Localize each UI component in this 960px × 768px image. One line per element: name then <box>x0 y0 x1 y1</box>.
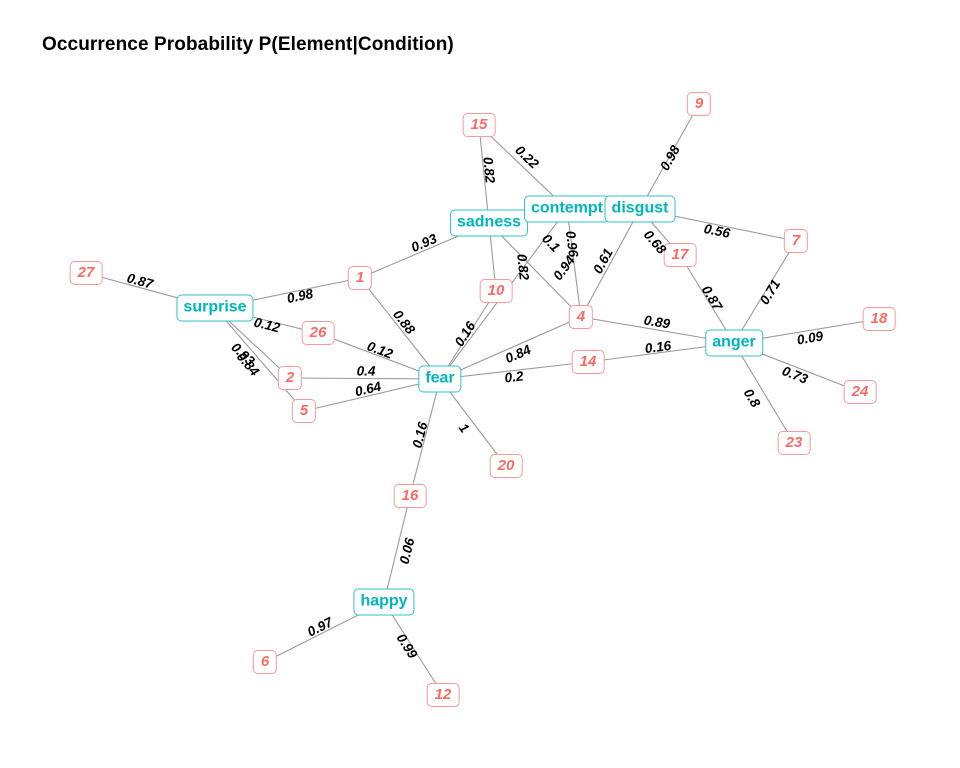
graph-node-4[interactable]: 4 <box>568 305 594 329</box>
edge-weight-label: 0.82 <box>514 253 532 281</box>
network-graph-figure: Occurrence Probability P(Element|Conditi… <box>0 0 960 768</box>
graph-node-24[interactable]: 24 <box>843 380 877 404</box>
edge-weight-label: 0.2 <box>503 368 525 386</box>
graph-node-anger[interactable]: anger <box>705 329 763 357</box>
edge-weight-label: 0.82 <box>480 156 498 184</box>
graph-node-disgust[interactable]: disgust <box>604 195 676 223</box>
graph-node-9[interactable]: 9 <box>686 92 712 116</box>
graph-edge <box>580 208 641 318</box>
graph-node-contempt[interactable]: contempt <box>524 195 610 223</box>
graph-node-26[interactable]: 26 <box>301 321 335 345</box>
graph-node-5[interactable]: 5 <box>291 399 317 423</box>
graph-node-18[interactable]: 18 <box>862 307 896 331</box>
graph-node-2[interactable]: 2 <box>277 366 303 390</box>
graph-node-16[interactable]: 16 <box>393 484 427 508</box>
graph-node-23[interactable]: 23 <box>777 431 811 455</box>
edge-weight-label: 0.4 <box>356 363 376 379</box>
graph-node-happy[interactable]: happy <box>353 588 415 616</box>
graph-node-surprise[interactable]: surprise <box>176 294 254 322</box>
graph-node-6[interactable]: 6 <box>252 650 278 674</box>
graph-node-1[interactable]: 1 <box>347 266 373 290</box>
graph-node-27[interactable]: 27 <box>69 261 103 285</box>
graph-node-15[interactable]: 15 <box>462 113 496 137</box>
graph-node-fear[interactable]: fear <box>418 365 462 393</box>
graph-node-7[interactable]: 7 <box>783 229 809 253</box>
graph-node-20[interactable]: 20 <box>489 454 523 478</box>
graph-node-14[interactable]: 14 <box>571 350 605 374</box>
graph-node-10[interactable]: 10 <box>479 279 513 303</box>
graph-node-12[interactable]: 12 <box>426 683 460 707</box>
graph-node-sadness[interactable]: sadness <box>449 209 529 237</box>
